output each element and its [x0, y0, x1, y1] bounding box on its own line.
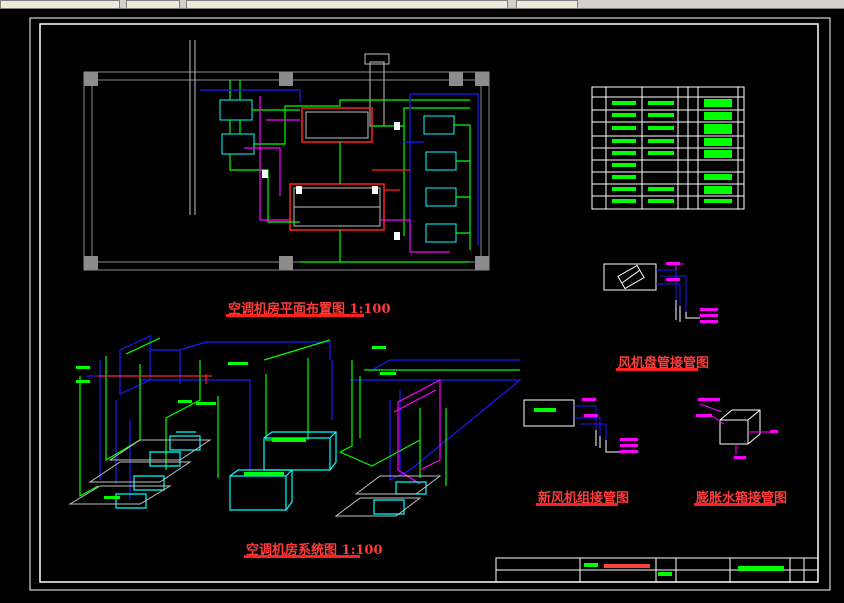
toolbar-button[interactable] [126, 0, 180, 9]
plan-title-underline [226, 314, 364, 317]
drawing-canvas[interactable]: 空调机房平面布置图 1:100 空调机房系统图 1:100 风机盘管接管图 新风… [0, 9, 844, 599]
cad-toolbar [0, 0, 844, 9]
expansion-title-underline [694, 503, 776, 506]
fancoil-title-underline [616, 368, 698, 371]
freshair-title-underline [536, 503, 618, 506]
freshair-detail [523, 398, 638, 453]
equipment-table-marks [612, 99, 732, 203]
column-icon [84, 72, 489, 270]
drawing-sheet [29, 17, 831, 591]
system-title-underline [244, 555, 360, 558]
tank-icon [696, 398, 778, 459]
toolbar-button[interactable] [186, 0, 508, 9]
plan-view [83, 40, 490, 271]
toolbar-button[interactable] [516, 0, 578, 9]
toolbar-button[interactable] [0, 0, 120, 9]
fancoil-detail [603, 262, 718, 323]
system-view [68, 335, 522, 517]
